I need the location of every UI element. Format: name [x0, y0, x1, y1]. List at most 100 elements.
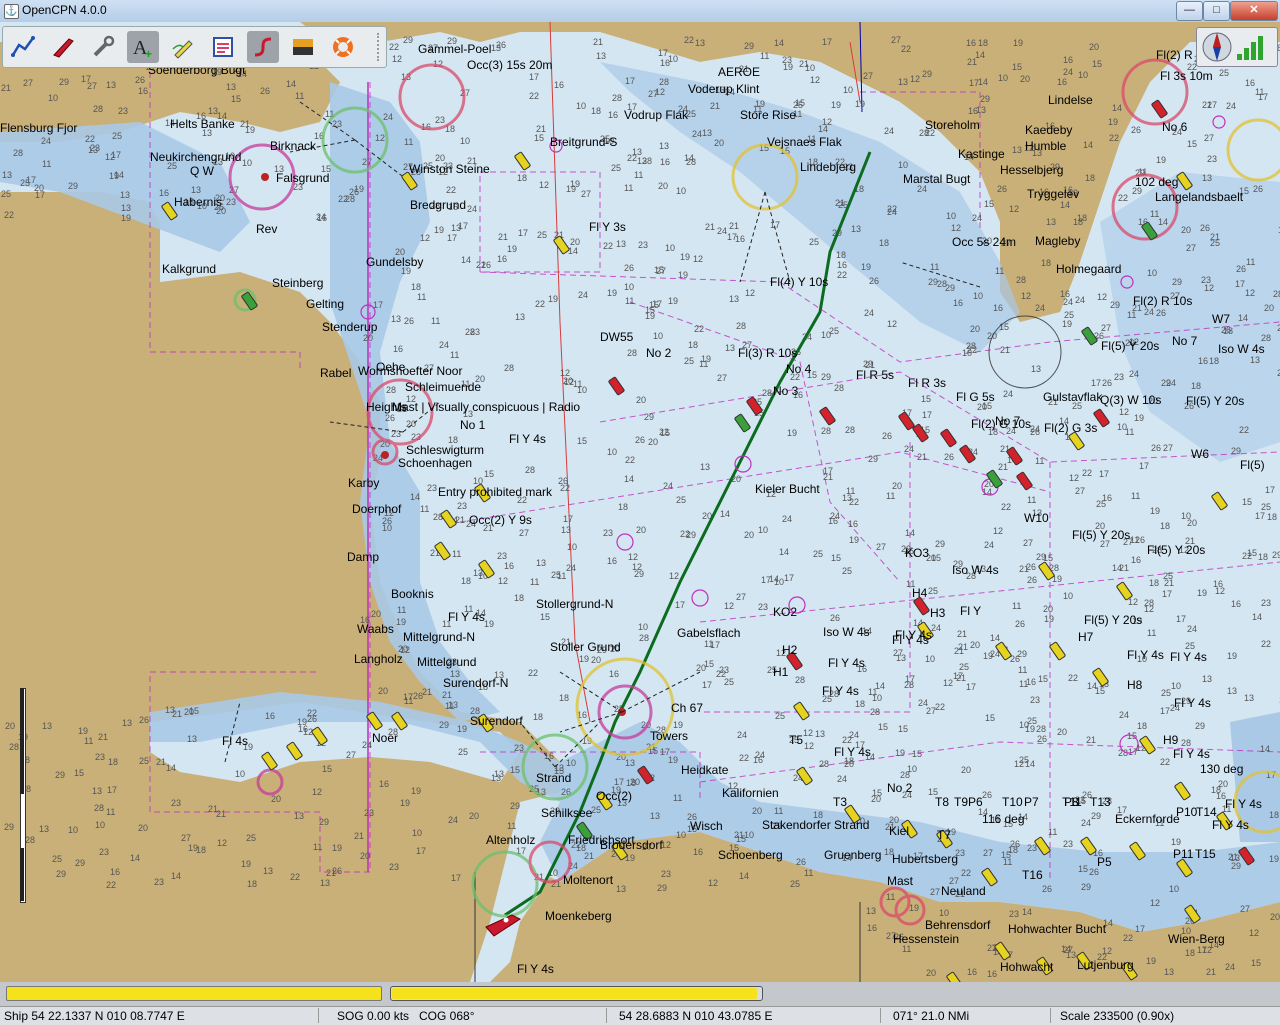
svg-text:26: 26 [882, 431, 892, 441]
chart-label: Occ(3) 15s 20m [467, 58, 553, 72]
settings-button[interactable] [87, 31, 119, 63]
svg-text:26: 26 [135, 75, 145, 85]
route-button[interactable] [7, 31, 39, 63]
svg-text:27: 27 [346, 750, 356, 760]
svg-text:16: 16 [1102, 493, 1112, 503]
chart-quilt-bar[interactable] [6, 986, 382, 1001]
svg-text:20: 20 [871, 794, 881, 804]
chart-canvas[interactable]: 1227151123111215202511272223102218261512… [0, 22, 1280, 982]
svg-text:13: 13 [187, 734, 197, 744]
chart-label: Flensburg Fjor [0, 121, 78, 135]
svg-text:19: 19 [78, 726, 88, 736]
pencil-track-button[interactable] [167, 31, 199, 63]
svg-text:23: 23 [1063, 839, 1073, 849]
svg-text:13: 13 [1202, 674, 1212, 684]
chart-label: H3 [930, 606, 946, 620]
minimize-button[interactable]: — [1176, 1, 1203, 21]
svg-text:14: 14 [410, 492, 420, 502]
text-add-button[interactable]: A + [127, 31, 159, 63]
chart-label: Brodersdorf [600, 838, 663, 852]
chart-label: Fl 4s [222, 734, 249, 748]
svg-text:19: 19 [1146, 956, 1156, 966]
svg-text:+: + [145, 47, 152, 59]
chart-label: Fl(2) R 10s [1133, 294, 1193, 308]
svg-text:17: 17 [1265, 485, 1275, 495]
svg-text:15: 15 [577, 436, 587, 446]
chart-label: Waabs [357, 622, 394, 636]
svg-text:22: 22 [684, 35, 694, 45]
svg-text:12: 12 [539, 180, 549, 190]
svg-text:29: 29 [922, 69, 932, 79]
svg-text:17: 17 [1255, 511, 1265, 521]
chart-label: Fl Y 4s [517, 962, 554, 976]
svg-text:21: 21 [729, 221, 739, 231]
chart-selector-slider[interactable] [390, 986, 763, 1001]
man-overboard-button[interactable] [327, 31, 359, 63]
svg-text:28: 28 [94, 803, 104, 813]
svg-text:13: 13 [596, 51, 606, 61]
svg-text:23: 23 [427, 483, 437, 493]
toolbar-grip[interactable] [377, 33, 383, 61]
chart-label: Gruenberg [824, 848, 882, 862]
svg-text:10: 10 [460, 136, 470, 146]
svg-text:13: 13 [1244, 693, 1254, 703]
svg-text:17: 17 [922, 410, 932, 420]
svg-text:21: 21 [422, 687, 432, 697]
svg-text:10: 10 [412, 828, 422, 838]
svg-text:18: 18 [879, 238, 889, 248]
svg-text:18: 18 [1209, 356, 1219, 366]
compass-widget[interactable] [1196, 27, 1278, 67]
svg-text:26: 26 [1131, 125, 1141, 135]
svg-text:24: 24 [1119, 710, 1129, 720]
svg-text:21: 21 [1, 83, 11, 93]
svg-text:23: 23 [661, 869, 671, 879]
chart-label: Fl Y 4s [509, 432, 546, 446]
chart-label: T15 [1195, 847, 1216, 861]
svg-text:12: 12 [803, 728, 813, 738]
chart-label: Surendorf-N [443, 676, 509, 690]
svg-text:15: 15 [74, 768, 84, 778]
svg-text:13: 13 [1227, 686, 1237, 696]
svg-text:10: 10 [843, 85, 853, 95]
svg-text:25: 25 [246, 833, 256, 843]
opencpn-app-icon[interactable]: ⚓ [4, 4, 19, 19]
chart-label: Strand [536, 771, 572, 785]
svg-text:26: 26 [1042, 884, 1052, 894]
svg-text:15: 15 [189, 706, 199, 716]
svg-text:13: 13 [702, 128, 712, 138]
svg-text:11: 11 [1018, 665, 1027, 675]
svg-text:17: 17 [1162, 589, 1172, 599]
ship-button[interactable] [47, 31, 79, 63]
svg-text:14: 14 [171, 871, 181, 881]
svg-text:16: 16 [609, 669, 619, 679]
svg-text:16: 16 [753, 755, 763, 765]
chart-label: Fl R 5s [856, 368, 895, 382]
svg-text:12: 12 [392, 54, 402, 64]
svg-text:19: 19 [188, 843, 198, 853]
course-over-ground: COG 068° [419, 1009, 475, 1023]
svg-text:25: 25 [676, 495, 686, 505]
checklist-button[interactable] [207, 31, 239, 63]
close-button[interactable]: ✕ [1230, 1, 1278, 21]
svg-text:18: 18 [514, 593, 524, 603]
chart-label: No 7 [1172, 334, 1198, 348]
svg-text:17: 17 [658, 48, 668, 58]
svg-text:16: 16 [1057, 77, 1067, 87]
svg-text:28: 28 [612, 93, 622, 103]
chart-label: Humble [1025, 139, 1067, 153]
svg-text:26: 26 [1200, 223, 1210, 233]
svg-text:20: 20 [636, 395, 646, 405]
svg-text:20: 20 [926, 968, 936, 978]
svg-text:22: 22 [1001, 502, 1011, 512]
route-manager-button[interactable] [247, 31, 279, 63]
svg-text:13: 13 [976, 105, 986, 115]
svg-text:12: 12 [1009, 204, 1019, 214]
svg-text:29: 29 [68, 181, 78, 191]
svg-text:19: 19 [607, 288, 617, 298]
svg-text:27: 27 [1163, 443, 1173, 453]
color-scheme-button[interactable] [287, 31, 319, 63]
svg-text:20: 20 [1043, 604, 1053, 614]
maximize-button[interactable]: □ [1203, 1, 1230, 21]
svg-text:18: 18 [1267, 512, 1277, 522]
svg-text:13: 13 [226, 82, 236, 92]
